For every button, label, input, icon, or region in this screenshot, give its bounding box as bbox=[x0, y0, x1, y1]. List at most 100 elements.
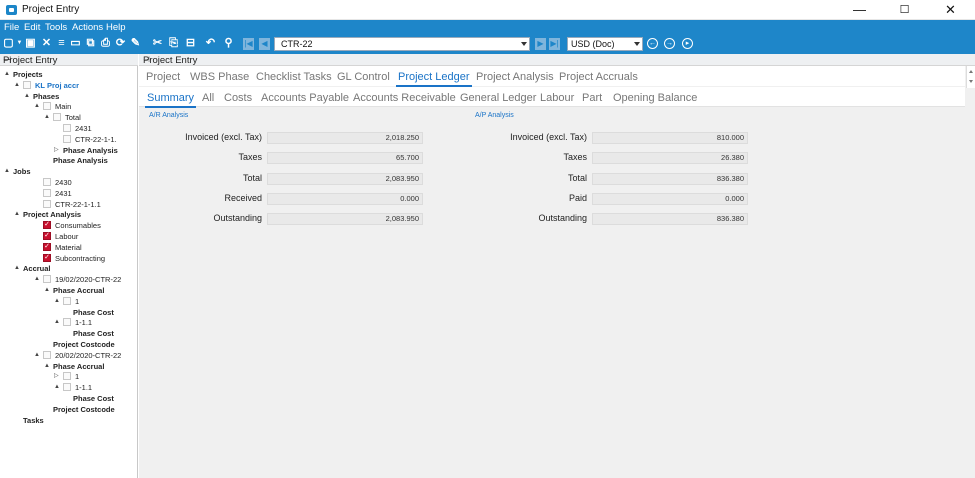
ap-total-field[interactable]: 836.380 bbox=[592, 173, 748, 185]
clear-icon[interactable]: ✎ bbox=[129, 37, 142, 50]
tab-general-ledger[interactable]: General Ledger bbox=[460, 92, 536, 104]
clipboard-icon[interactable]: ⎘ bbox=[167, 37, 180, 50]
tab-gl-control[interactable]: GL Control bbox=[337, 71, 390, 83]
tab-project[interactable]: Project bbox=[146, 71, 180, 83]
tree-item[interactable]: Main bbox=[55, 101, 71, 112]
collapse-arrow-icon[interactable]: ▲ bbox=[34, 350, 40, 361]
maximize-button[interactable]: ☐ bbox=[882, 0, 927, 20]
tree-item[interactable]: KL Proj accr bbox=[35, 80, 79, 91]
tab-opening-balance[interactable]: Opening Balance bbox=[613, 92, 697, 104]
collapse-arrow-icon[interactable]: ▲ bbox=[14, 80, 20, 91]
tree-item[interactable]: 1-1.1 bbox=[75, 317, 92, 328]
note-icon[interactable]: ▭ bbox=[69, 37, 82, 50]
tab-summary[interactable]: Summary bbox=[144, 92, 197, 108]
ar-taxes-field[interactable]: 65.700 bbox=[267, 152, 423, 164]
menu-help[interactable]: Help bbox=[106, 22, 126, 33]
tab-wbs-phase[interactable]: WBS Phase bbox=[190, 71, 249, 83]
collapse-arrow-icon[interactable]: ▲ bbox=[54, 317, 60, 328]
tree-item[interactable]: CTR-22-1-1.1 bbox=[55, 199, 101, 210]
search-icon[interactable]: ⚲ bbox=[222, 37, 235, 50]
tree-item[interactable]: Phase Analysis bbox=[63, 145, 118, 156]
back-icon[interactable]: ← bbox=[647, 38, 658, 49]
tree-item[interactable]: Material bbox=[55, 242, 82, 253]
collapse-arrow-icon[interactable]: ▲ bbox=[44, 285, 50, 296]
tab-all[interactable]: All bbox=[202, 92, 214, 104]
expand-arrow-icon[interactable]: ▷ bbox=[54, 145, 59, 156]
collapse-arrow-icon[interactable]: ▲ bbox=[4, 69, 10, 80]
tree-item[interactable]: Phase Accrual bbox=[53, 361, 104, 372]
ap-outstanding-field[interactable]: 836.380 bbox=[592, 213, 748, 225]
tab-accounts-payable[interactable]: Accounts Payable bbox=[261, 92, 349, 104]
ap-taxes-field[interactable]: 26.380 bbox=[592, 152, 748, 164]
tree-item[interactable]: Project Costcode bbox=[53, 339, 115, 350]
tree-item[interactable]: 20/02/2020-CTR-22 bbox=[55, 350, 121, 361]
collapse-arrow-icon[interactable]: ▲ bbox=[4, 166, 10, 177]
tree-item[interactable]: Phase Accrual bbox=[53, 285, 104, 296]
tab-accounts-receivable[interactable]: Accounts Receivable bbox=[353, 92, 456, 104]
tree-item[interactable]: Jobs bbox=[13, 166, 31, 177]
tree-item[interactable]: Project Costcode bbox=[53, 404, 115, 415]
tree-item[interactable]: Subcontracting bbox=[55, 253, 105, 264]
ar-total-field[interactable]: 2,083.950 bbox=[267, 173, 423, 185]
tree-item[interactable]: 1-1.1 bbox=[75, 382, 92, 393]
tab-project-ledger[interactable]: Project Ledger bbox=[396, 71, 472, 87]
tab-project-accruals[interactable]: Project Accruals bbox=[559, 71, 638, 83]
pin-icon[interactable]: ⊣ bbox=[3, 55, 133, 66]
tab-labour[interactable]: Labour bbox=[540, 92, 574, 104]
previous-record-icon[interactable]: ◀ bbox=[259, 38, 270, 50]
tab-costs[interactable]: Costs bbox=[224, 92, 252, 104]
tree-item[interactable]: Phase Cost bbox=[73, 307, 114, 318]
project-code-dropdown[interactable]: CTR-22 bbox=[274, 37, 530, 51]
menu-actions[interactable]: Actions bbox=[72, 22, 103, 33]
tree-item[interactable]: Projects bbox=[13, 69, 43, 80]
expand-arrow-icon[interactable]: ▷ bbox=[54, 371, 59, 382]
tree-item[interactable]: Consumables bbox=[55, 220, 101, 231]
undo-icon[interactable]: ↶ bbox=[204, 37, 217, 50]
tree-item[interactable]: 1 bbox=[75, 371, 79, 382]
ar-invoiced-field[interactable]: 2,018.250 bbox=[267, 132, 423, 144]
checkbox-icon[interactable]: ✓ bbox=[43, 253, 51, 262]
delete-icon[interactable]: ✕ bbox=[40, 37, 53, 50]
collapse-arrow-icon[interactable]: ▲ bbox=[44, 361, 50, 372]
tree-item[interactable]: Accrual bbox=[23, 263, 51, 274]
tab-part[interactable]: Part bbox=[582, 92, 602, 104]
collapse-arrow-icon[interactable]: ▲ bbox=[54, 296, 60, 307]
close-button[interactable]: ✕ bbox=[928, 0, 973, 20]
tree-item[interactable]: Total bbox=[65, 112, 81, 123]
currency-dropdown[interactable]: USD (Doc) bbox=[567, 37, 643, 51]
go-icon[interactable]: ▸ bbox=[682, 38, 693, 49]
save-icon[interactable]: ▣ bbox=[24, 37, 37, 50]
tree-item[interactable]: 1 bbox=[75, 296, 79, 307]
tree-item[interactable]: Phase Analysis bbox=[53, 155, 108, 166]
tab-project-analysis[interactable]: Project Analysis bbox=[476, 71, 554, 83]
minimize-button[interactable]: — bbox=[837, 0, 882, 20]
collapse-arrow-icon[interactable]: ▲ bbox=[34, 101, 40, 112]
checkbox-icon[interactable]: ✓ bbox=[43, 242, 51, 251]
tree-item[interactable]: Project Analysis bbox=[23, 209, 81, 220]
tree-item[interactable]: 19/02/2020-CTR-22 bbox=[55, 274, 121, 285]
menu-edit[interactable]: Edit bbox=[24, 22, 40, 33]
collapse-arrow-icon[interactable]: ▲ bbox=[44, 112, 50, 123]
forward-icon[interactable]: → bbox=[664, 38, 675, 49]
checkbox-icon[interactable]: ✓ bbox=[43, 232, 51, 240]
next-record-icon[interactable]: ▶ bbox=[535, 38, 546, 50]
ap-paid-field[interactable]: 0.000 bbox=[592, 193, 748, 205]
refresh-icon[interactable]: ⟳ bbox=[114, 37, 127, 50]
collapse-arrow-icon[interactable]: ▲ bbox=[14, 263, 20, 274]
tree-item[interactable]: Phase Cost bbox=[73, 328, 114, 339]
checkbox-icon[interactable]: ✓ bbox=[43, 221, 51, 230]
cut-icon[interactable]: ✂ bbox=[151, 37, 164, 50]
first-record-icon[interactable]: |◀ bbox=[243, 38, 254, 50]
paste-icon[interactable]: ⊟ bbox=[184, 37, 197, 50]
pin-icon[interactable]: ⊣ bbox=[143, 55, 963, 64]
copy-icon[interactable]: ⧉ bbox=[84, 37, 97, 50]
list-icon[interactable]: ≡ bbox=[55, 37, 68, 50]
ar-outstanding-field[interactable]: 2,083.950 bbox=[267, 213, 423, 225]
tree-item[interactable]: 2431 bbox=[55, 188, 72, 199]
last-record-icon[interactable]: ▶| bbox=[549, 38, 560, 50]
tab-checklist-tasks[interactable]: Checklist Tasks bbox=[256, 71, 332, 83]
tree-item[interactable]: CTR-22-1-1. bbox=[75, 134, 117, 145]
ar-received-field[interactable]: 0.000 bbox=[267, 193, 423, 205]
ap-invoiced-field[interactable]: 810.000 bbox=[592, 132, 748, 144]
menu-file[interactable]: File bbox=[4, 22, 19, 33]
